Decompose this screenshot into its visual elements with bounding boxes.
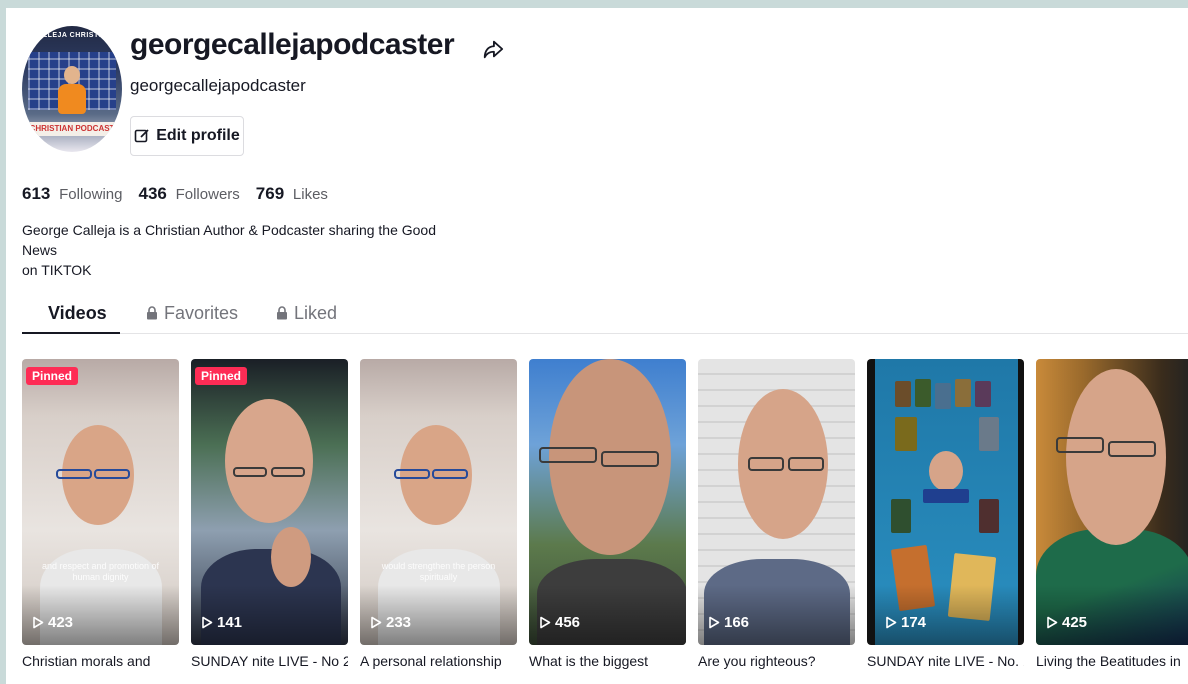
view-count-value: 166 — [724, 614, 750, 631]
play-icon — [709, 616, 720, 629]
avatar-person-head — [64, 66, 80, 84]
bio-line: George Calleja is a Christian Author & P… — [22, 222, 437, 258]
video-card[interactable]: 425 Living the Beatitudes in — [1036, 359, 1188, 669]
profile-bio: George Calleja is a Christian Author & P… — [22, 220, 462, 280]
profile-stats: 613 Following 436 Followers 769 Likes — [22, 184, 328, 204]
profile-username: georgecallejapodcaster — [130, 28, 455, 61]
view-count-value: 141 — [217, 614, 243, 631]
video-thumbnail[interactable]: 456 — [529, 359, 686, 645]
video-card[interactable]: 456 What is the biggest — [529, 359, 686, 669]
view-count: 141 — [201, 614, 242, 631]
avatar[interactable]: CALLEJA CHRISTIAN CHRISTIAN PODCAST — [22, 26, 122, 152]
likes-label: Likes — [292, 186, 328, 203]
play-icon — [371, 616, 382, 629]
video-card[interactable]: 166 Are you righteous? — [698, 359, 855, 669]
play-icon — [1047, 616, 1058, 629]
pinned-badge: Pinned — [26, 367, 79, 385]
video-title[interactable]: What is the biggest — [529, 653, 686, 669]
view-count-value: 233 — [386, 614, 412, 631]
video-caption-overlay: would strengthen the person spiritually — [381, 561, 496, 582]
following-label: Following — [59, 186, 123, 203]
view-count-value: 425 — [1062, 614, 1088, 631]
video-thumbnail[interactable]: and respect and promotion of human digni… — [22, 359, 179, 645]
play-icon — [540, 616, 551, 629]
video-thumbnail[interactable]: 425 — [1036, 359, 1188, 645]
play-icon — [33, 616, 44, 629]
active-tab-underline — [22, 332, 120, 334]
view-count: 456 — [539, 614, 580, 631]
video-title[interactable]: Christian morals and — [22, 653, 179, 669]
tab-videos-label: Videos — [48, 302, 107, 323]
bio-line: on TIKTOK — [22, 262, 92, 278]
share-icon[interactable] — [482, 38, 504, 60]
avatar-top-text: CALLEJA CHRISTIAN — [31, 32, 113, 39]
lock-icon — [277, 306, 287, 320]
edit-profile-button[interactable]: Edit profile — [130, 116, 244, 156]
video-thumbnail[interactable]: Pinned 141 — [191, 359, 348, 645]
tab-videos[interactable]: Videos — [48, 292, 107, 334]
video-title[interactable]: SUNDAY nite LIVE - No. 1 — [867, 653, 1024, 669]
video-card[interactable]: 174 SUNDAY nite LIVE - No. 1 — [867, 359, 1024, 669]
video-thumbnail[interactable]: 174 — [867, 359, 1024, 645]
video-card[interactable]: and respect and promotion of human digni… — [22, 359, 179, 669]
video-grid: and respect and promotion of human digni… — [22, 359, 1188, 669]
video-caption-overlay: and respect and promotion of human digni… — [41, 561, 160, 582]
play-icon — [202, 616, 213, 629]
avatar-bottom-text: CHRISTIAN PODCAST — [22, 122, 122, 136]
tab-liked-label: Liked — [294, 302, 338, 323]
tab-liked[interactable]: Liked — [276, 292, 337, 334]
play-icon — [886, 616, 897, 629]
video-title[interactable]: Are you righteous? — [698, 653, 855, 669]
view-count: 425 — [1046, 614, 1087, 631]
video-title[interactable]: SUNDAY nite LIVE - No 2 — [191, 653, 348, 669]
view-count: 423 — [32, 614, 73, 631]
video-card[interactable]: would strengthen the person spiritually … — [360, 359, 517, 669]
view-count-value: 456 — [555, 614, 581, 631]
profile-panel: CALLEJA CHRISTIAN CHRISTIAN PODCAST geor… — [6, 8, 1188, 684]
profile-nickname: georgecallejapodcaster — [130, 76, 306, 95]
following-stat[interactable]: 613 Following — [22, 184, 122, 204]
video-thumbnail[interactable]: 166 — [698, 359, 855, 645]
view-count: 174 — [885, 614, 926, 631]
lock-icon — [147, 306, 157, 320]
likes-stat: 769 Likes — [256, 184, 328, 204]
tab-favorites-label: Favorites — [164, 302, 239, 323]
video-thumbnail[interactable]: would strengthen the person spiritually … — [360, 359, 517, 645]
video-title[interactable]: A personal relationship — [360, 653, 517, 669]
profile-tabs: Videos Favorites Liked — [22, 292, 1188, 334]
edit-icon — [134, 129, 149, 143]
view-count: 233 — [370, 614, 411, 631]
view-count-value: 174 — [901, 614, 927, 631]
followers-stat[interactable]: 436 Followers — [138, 184, 239, 204]
video-card[interactable]: Pinned 141 SUNDAY nite LIVE - No 2 — [191, 359, 348, 669]
edit-profile-label: Edit profile — [156, 127, 240, 144]
avatar-person-body — [58, 84, 86, 114]
followers-label: Followers — [175, 186, 240, 203]
view-count-value: 423 — [48, 614, 74, 631]
pinned-badge: Pinned — [195, 367, 248, 385]
video-title[interactable]: Living the Beatitudes in — [1036, 653, 1188, 669]
followers-count: 436 — [138, 184, 167, 203]
following-count: 613 — [22, 184, 51, 203]
view-count: 166 — [708, 614, 749, 631]
tab-favorites[interactable]: Favorites — [146, 292, 238, 334]
likes-count: 769 — [255, 184, 285, 203]
